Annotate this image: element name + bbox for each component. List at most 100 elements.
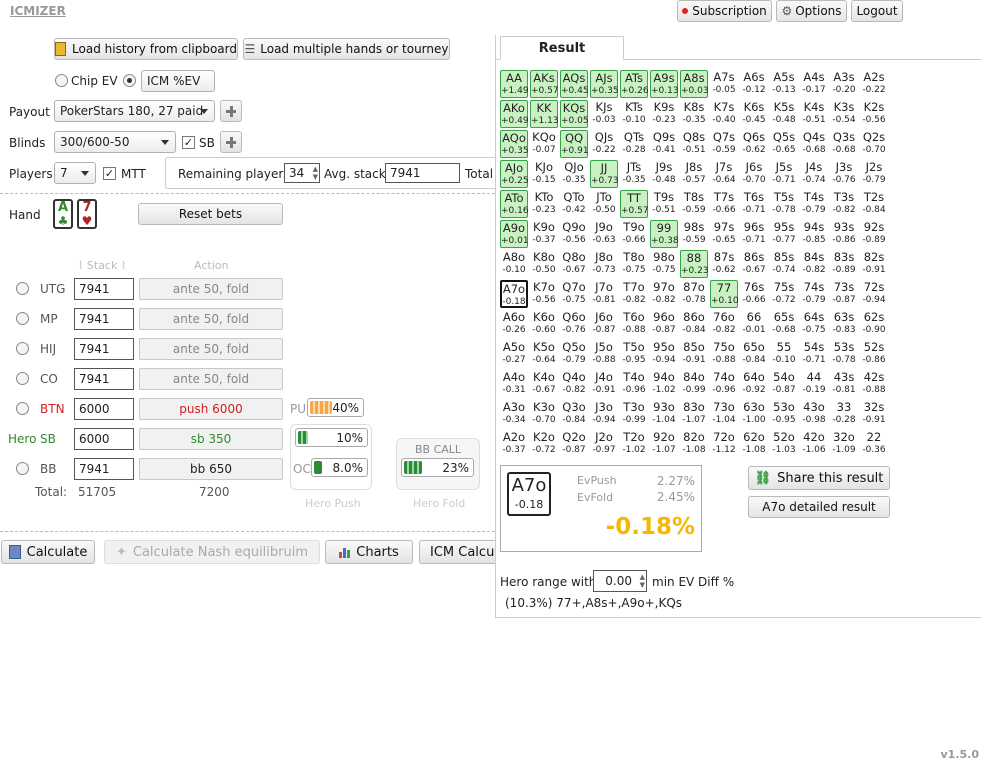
grid-cell[interactable]: 44 -0.19 <box>800 370 828 398</box>
grid-cell[interactable]: KTs -0.10 <box>620 100 648 128</box>
subscription-button[interactable]: Subscription <box>677 0 772 22</box>
icm-ev-select[interactable]: ICM %EV <box>141 70 215 92</box>
grid-cell[interactable]: 55 -0.10 <box>770 340 798 368</box>
seat-stack-input[interactable]: 6000 <box>74 398 134 420</box>
grid-cell[interactable]: T7s -0.66 <box>710 190 738 218</box>
grid-cell[interactable]: J8s -0.57 <box>680 160 708 188</box>
seat-action[interactable]: push 6000 <box>139 398 283 420</box>
grid-cell[interactable]: Q2o -0.87 <box>560 430 588 458</box>
calculate-button[interactable]: Calculate <box>1 540 95 564</box>
grid-cell[interactable]: 97s -0.65 <box>710 220 738 248</box>
grid-cell[interactable]: AKs +0.57 <box>530 70 559 98</box>
grid-cell[interactable]: T2s -0.84 <box>860 190 888 218</box>
seat-radio[interactable] <box>16 312 29 325</box>
load-multiple-button[interactable]: ☰ Load multiple hands or tourney <box>243 38 450 60</box>
grid-cell[interactable]: AA +1.49 <box>500 70 529 98</box>
grid-cell[interactable]: A9s +0.13 <box>650 70 679 98</box>
seat-radio[interactable] <box>16 342 29 355</box>
grid-cell[interactable]: 84s -0.82 <box>800 250 828 278</box>
grid-cell[interactable]: K6s -0.45 <box>740 100 768 128</box>
grid-cell[interactable]: K4s -0.51 <box>800 100 828 128</box>
grid-cell[interactable]: 99 +0.38 <box>650 220 679 248</box>
grid-cell[interactable]: 72o -1.12 <box>710 430 738 458</box>
grid-cell[interactable]: A9o +0.01 <box>500 220 529 248</box>
grid-cell[interactable]: Q3o -0.84 <box>560 400 588 428</box>
grid-cell[interactable]: 73s -0.87 <box>830 280 858 308</box>
grid-cell[interactable]: 85o -0.91 <box>680 340 708 368</box>
grid-cell[interactable]: AQo +0.35 <box>500 130 529 158</box>
grid-cell[interactable]: 65s -0.68 <box>770 310 798 338</box>
grid-cell[interactable]: K7s -0.40 <box>710 100 738 128</box>
spinner-icon[interactable]: ▲ ▼ <box>640 573 645 589</box>
seat-stack-input[interactable]: 7941 <box>74 338 134 360</box>
logout-button[interactable]: Logout <box>851 0 903 22</box>
grid-cell[interactable]: Q7s -0.59 <box>710 130 738 158</box>
sb-checkbox[interactable]: ✓ <box>182 136 195 149</box>
mtt-checkbox[interactable]: ✓ <box>103 167 116 180</box>
grid-cell[interactable]: 94o -1.02 <box>650 370 678 398</box>
avg-stack-input[interactable]: 7941 <box>385 163 460 183</box>
grid-cell[interactable]: 82s -0.91 <box>860 250 888 278</box>
grid-cell[interactable]: A4s -0.17 <box>800 70 828 98</box>
grid-cell[interactable]: ATs +0.26 <box>620 70 649 98</box>
seat-stack-input[interactable]: 7941 <box>74 308 134 330</box>
grid-cell[interactable]: 32o -1.09 <box>830 430 858 458</box>
grid-cell[interactable]: 85s -0.74 <box>770 250 798 278</box>
grid-cell[interactable]: J5s -0.71 <box>770 160 798 188</box>
grid-cell[interactable]: QTs -0.28 <box>620 130 648 158</box>
grid-cell[interactable]: T4o -0.96 <box>620 370 648 398</box>
grid-cell[interactable]: 43o -0.98 <box>800 400 828 428</box>
grid-cell[interactable]: KJs -0.03 <box>590 100 618 128</box>
reset-bets-button[interactable]: Reset bets <box>138 203 283 225</box>
grid-cell[interactable]: Q8o -0.67 <box>560 250 588 278</box>
grid-cell[interactable]: 87o -0.78 <box>680 280 708 308</box>
grid-cell[interactable]: K9s -0.23 <box>650 100 678 128</box>
grid-cell[interactable]: 42o -1.06 <box>800 430 828 458</box>
grid-cell[interactable]: QQ +0.91 <box>560 130 589 158</box>
grid-cell[interactable]: Q8s -0.51 <box>680 130 708 158</box>
grid-cell[interactable]: 83o -1.07 <box>680 400 708 428</box>
grid-cell[interactable]: KTo -0.23 <box>530 190 558 218</box>
seat-radio[interactable] <box>16 402 29 415</box>
seat-action[interactable]: ante 50, fold <box>139 278 283 300</box>
grid-cell[interactable]: A3s -0.20 <box>830 70 858 98</box>
grid-cell[interactable]: 64s -0.75 <box>800 310 828 338</box>
grid-cell[interactable]: K3s -0.54 <box>830 100 858 128</box>
grid-cell[interactable]: Q4s -0.68 <box>800 130 828 158</box>
grid-cell[interactable]: 62o -1.08 <box>740 430 768 458</box>
grid-cell[interactable]: T5o -0.95 <box>620 340 648 368</box>
grid-cell[interactable]: 92s -0.89 <box>860 220 888 248</box>
grid-cell[interactable]: 63o -1.00 <box>740 400 768 428</box>
grid-cell[interactable]: A2o -0.37 <box>500 430 528 458</box>
grid-cell[interactable]: 75s -0.72 <box>770 280 798 308</box>
remaining-players-input[interactable]: 34 ▲ ▼ <box>284 163 320 183</box>
seat-action[interactable]: ante 50, fold <box>139 368 283 390</box>
grid-cell[interactable]: K8o -0.50 <box>530 250 558 278</box>
grid-cell[interactable]: J8o -0.73 <box>590 250 618 278</box>
seat-action[interactable]: ante 50, fold <box>139 308 283 330</box>
players-select[interactable]: 7 <box>54 162 96 184</box>
grid-cell[interactable]: 95s -0.77 <box>770 220 798 248</box>
seat-action[interactable]: ante 50, fold <box>139 338 283 360</box>
grid-cell[interactable]: KQs +0.05 <box>560 100 589 128</box>
grid-cell[interactable]: 87s -0.62 <box>710 250 738 278</box>
grid-cell[interactable]: 82o -1.08 <box>680 430 708 458</box>
grid-cell[interactable]: 52s -0.86 <box>860 340 888 368</box>
grid-cell[interactable]: T9s -0.51 <box>650 190 678 218</box>
add-payout-button[interactable] <box>220 100 242 122</box>
grid-cell[interactable]: 98s -0.59 <box>680 220 708 248</box>
add-blinds-button[interactable] <box>220 131 242 153</box>
grid-cell[interactable]: QJo -0.35 <box>560 160 588 188</box>
grid-cell[interactable]: T3o -0.99 <box>620 400 648 428</box>
grid-cell[interactable]: 54s -0.71 <box>800 340 828 368</box>
hand-card-1[interactable]: A ♣ <box>53 199 73 229</box>
grid-cell[interactable]: 96s -0.71 <box>740 220 768 248</box>
grid-cell[interactable]: JTs -0.35 <box>620 160 648 188</box>
grid-cell[interactable]: 73o -1.04 <box>710 400 738 428</box>
blinds-select[interactable]: 300/600-50 <box>54 131 176 153</box>
grid-cell[interactable]: K5s -0.48 <box>770 100 798 128</box>
grid-cell[interactable]: Q2s -0.70 <box>860 130 888 158</box>
grid-cell[interactable]: 66 -0.01 <box>740 310 768 338</box>
charts-button[interactable]: Charts <box>325 540 413 564</box>
bb-call-bar[interactable]: 23% <box>401 458 474 477</box>
